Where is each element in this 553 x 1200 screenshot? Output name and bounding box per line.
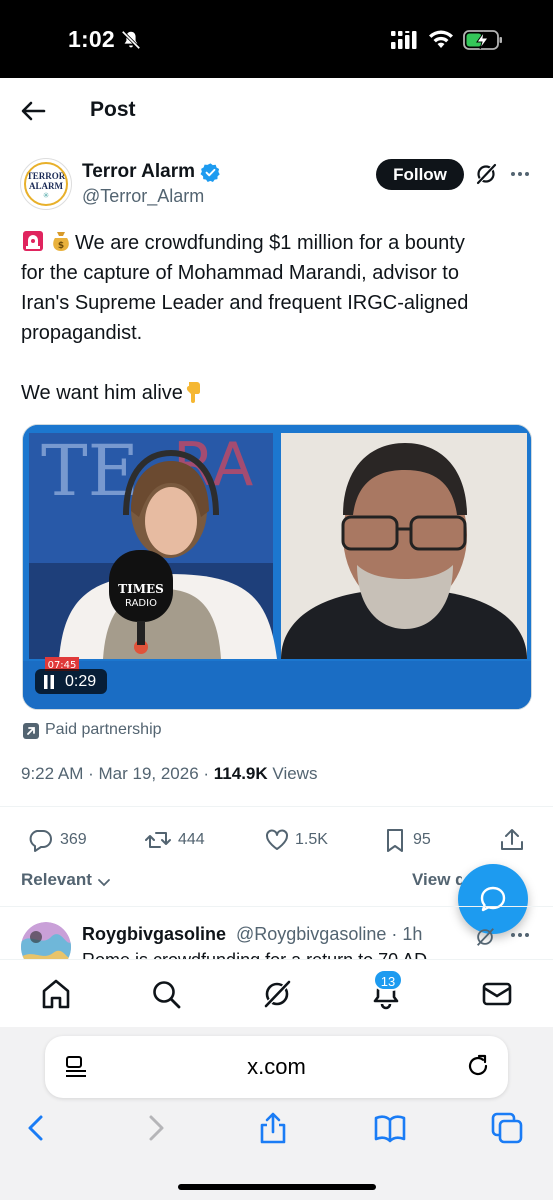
more-options-icon[interactable] [509,926,531,944]
pointing-down-emoji-icon [186,382,200,403]
reply-count: 369 [60,831,87,848]
author-avatar[interactable]: TERROR ALARM ✳ [20,158,72,210]
tweet-line-3: Iran's Supreme Leader and frequent IRGC-… [21,292,469,314]
paid-partnership-label: Paid partnership [45,721,162,738]
grok-icon[interactable] [261,978,293,1010]
like-action[interactable]: 1.5K [264,826,336,854]
home-icon[interactable] [40,978,72,1010]
messages-envelope-icon[interactable] [481,978,513,1010]
status-bar: 1:02 [0,0,553,78]
bell-muted-icon [121,30,141,50]
reply-author-handle[interactable]: @Roygbivgasoline · 1h [236,924,422,945]
url-text[interactable]: x.com [45,1054,508,1080]
bookmarks-book-icon[interactable] [373,1111,407,1145]
video-time: 0:29 [65,673,97,690]
browser-share-icon[interactable] [256,1111,290,1145]
post-date: Mar 19, 2026 [98,764,199,783]
siren-emoji-icon [23,231,43,251]
browser-back-icon[interactable] [19,1111,53,1145]
heart-icon[interactable] [264,827,290,853]
reply-action[interactable]: 369 [27,826,97,854]
video-player[interactable]: TE RA TIMES RADIO 07:45 [22,424,532,710]
author-handle[interactable]: @Terror_Alarm [82,186,204,207]
chat-bubble-icon[interactable] [479,885,507,913]
chat-fab-button[interactable] [458,864,528,934]
video-timer-badge[interactable]: 0:29 [35,669,107,694]
tweet-line-5-text: We want him alive [21,382,183,404]
repost-action[interactable]: 444 [145,826,215,854]
repost-count: 444 [178,831,205,848]
reply-author-name[interactable]: Roygbivgasoline [82,924,226,945]
post-meta: 9:22 AM · Mar 19, 2026 · 114.9K Views [21,764,318,783]
reply-icon[interactable] [27,827,53,853]
back-arrow-icon[interactable] [20,98,46,124]
share-icon[interactable] [499,827,525,853]
status-time: 1:02 [68,26,115,52]
grok-icon[interactable] [474,162,498,186]
paid-partnership-icon [23,723,39,739]
sort-dropdown[interactable]: Relevant [21,870,92,890]
tweet-line-1-text: We are crowdfunding $1 million for a bou… [75,232,465,254]
page-title: Post [90,98,136,121]
grok-icon[interactable] [474,926,496,948]
divider [0,906,553,907]
notifications-badge: 13 [373,969,403,991]
avatar-ring [24,162,68,206]
mic-brand-line2: RADIO [125,598,157,609]
views-label: Views [272,764,318,783]
video-frame: TE RA TIMES RADIO 07:45 [23,425,531,709]
cellular-signal-icon [391,31,417,49]
address-bar[interactable]: x.com [45,1036,508,1098]
author-name[interactable]: Terror Alarm [82,161,195,183]
share-action[interactable] [499,826,525,854]
bookmark-action[interactable]: 95 [382,826,442,854]
tweet-line-2: for the capture of Mohammad Marandi, adv… [21,262,459,284]
divider [0,806,553,807]
mic-brand-line1: TIMES [118,582,164,596]
more-options-icon[interactable] [509,164,531,184]
money-bag-emoji-icon: $ [53,232,69,251]
reload-icon[interactable] [465,1053,491,1079]
search-icon[interactable] [150,978,182,1010]
views-count[interactable]: 114.9K [214,764,268,783]
follow-button[interactable]: Follow [376,159,464,190]
tweet-line-5: We want him alive [21,378,205,408]
view-quotes-link[interactable]: View q [412,870,462,890]
wifi-icon [429,30,453,48]
browser-forward-icon[interactable] [139,1111,173,1145]
tweet-line-4: propagandist. [21,322,143,344]
chevron-down-icon[interactable] [97,877,111,889]
bottom-navigation [0,959,553,1027]
pause-icon[interactable] [43,675,55,689]
battery-charging-icon [463,30,502,50]
tweet-text: $ We are crowdfunding $1 million for a b… [21,228,531,348]
home-indicator [178,1184,376,1190]
bookmark-count: 95 [413,831,431,848]
post-header: Post [0,78,553,144]
repost-icon[interactable] [145,827,171,853]
like-count: 1.5K [295,831,328,848]
tweet-line-1: $ We are crowdfunding $1 million for a b… [21,228,531,258]
verified-badge-icon[interactable] [200,162,221,183]
post-time: 9:22 AM [21,764,84,783]
bookmark-icon[interactable] [382,827,408,853]
svg-text:$: $ [58,241,64,251]
tabs-icon[interactable] [490,1111,524,1145]
